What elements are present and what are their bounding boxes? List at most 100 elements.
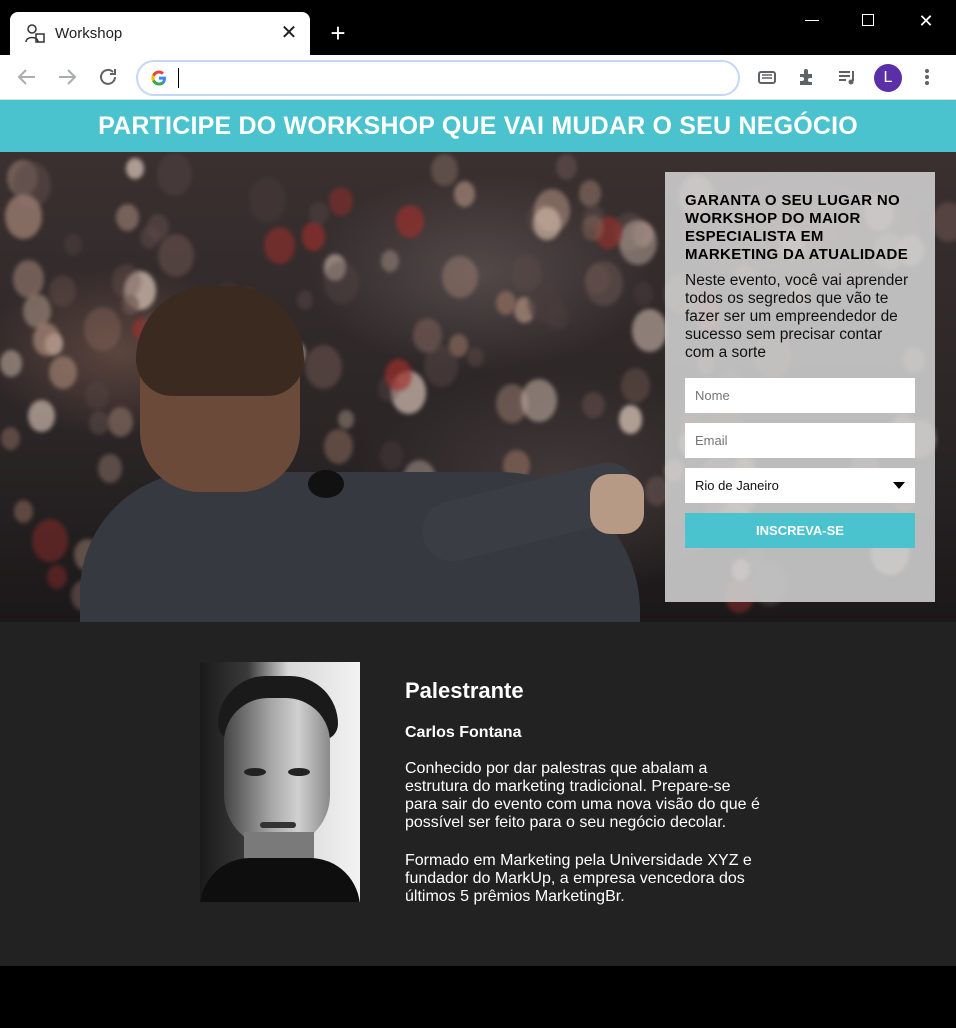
crowd-blur (146, 213, 170, 241)
crowd-blur (309, 201, 329, 225)
crowd-blur (555, 153, 578, 180)
tab-close-icon[interactable]: ✕ (278, 22, 300, 44)
minimize-icon (805, 20, 819, 21)
crowd-blur (442, 255, 478, 299)
crowd-blur (157, 153, 193, 196)
speaker-hair (136, 286, 304, 396)
crowd-blur (108, 406, 134, 438)
form-description: Neste evento, você vai aprender todos os… (685, 272, 909, 361)
crowd-blur (157, 233, 194, 278)
extensions-puzzle-icon[interactable] (796, 66, 818, 88)
city-select[interactable]: Rio de Janeiro (685, 468, 915, 503)
crowd-blur (520, 378, 557, 422)
crowd-blur (618, 405, 643, 434)
crowd-blur (122, 295, 139, 315)
crowd-blur (453, 181, 476, 207)
portrait-shirt (200, 858, 360, 902)
crowd-blur (0, 350, 23, 377)
crowd-blur (263, 226, 295, 264)
text-caret (178, 68, 179, 88)
crowd-blur (98, 454, 122, 483)
dropdown-arrow-icon (893, 482, 905, 489)
crowd-blur (582, 214, 604, 241)
crowd-blur (323, 261, 360, 304)
crowd-blur (89, 411, 109, 435)
speaker-bio-1: Conhecido por dar palestras que abalam a… (405, 760, 760, 831)
crowd-blur (301, 222, 326, 251)
crowd-blur (125, 157, 144, 180)
speaker-name: Carlos Fontana (405, 724, 522, 741)
portrait-mustache (260, 822, 296, 828)
microphone-icon (308, 470, 344, 498)
crowd-blur (578, 179, 602, 208)
crowd-blur (305, 344, 343, 390)
crowd-blur (0, 426, 21, 451)
crowd-blur (621, 368, 651, 403)
subscribe-button[interactable]: INSCREVA-SE (685, 513, 915, 548)
speaker-hand (590, 474, 644, 534)
browser-tab[interactable]: Workshop ✕ (10, 12, 310, 55)
media-queue-icon[interactable] (836, 66, 858, 88)
crowd-blur (631, 309, 668, 352)
crowd-blur (31, 518, 69, 563)
minimize-button[interactable] (799, 8, 825, 34)
crowd-blur (380, 250, 399, 273)
new-tab-button[interactable]: + (325, 20, 351, 46)
crowd-blur (510, 255, 542, 293)
crowd-blur (248, 177, 287, 223)
speaker-portrait (200, 662, 360, 902)
forward-arrow-icon[interactable] (55, 65, 79, 89)
crowd-blur (545, 301, 569, 330)
crowd-blur (329, 187, 353, 216)
email-input[interactable] (685, 423, 915, 458)
reload-icon[interactable] (96, 65, 120, 89)
page-banner-title: PARTICIPE DO WORKSHOP QUE VAI MUDAR O SE… (0, 100, 956, 152)
name-input[interactable] (685, 378, 915, 413)
maximize-icon (862, 14, 874, 26)
crowd-blur (633, 282, 654, 306)
crowd-blur (582, 391, 605, 419)
crowd-blur (324, 429, 354, 465)
window-bottom (0, 966, 956, 1028)
crowd-blur (296, 290, 313, 310)
crowd-blur (385, 358, 413, 391)
workshop-favicon-icon (25, 24, 45, 43)
portrait-left-eye (244, 768, 266, 776)
browser-titlebar: Workshop ✕ + ✕ (0, 0, 956, 55)
crowd-blur (931, 202, 956, 243)
kebab-menu-icon[interactable] (916, 66, 938, 88)
crowd-blur (431, 153, 458, 186)
crowd-blur (14, 500, 34, 523)
signup-form: GARANTA O SEU LUGAR NO WORKSHOP DO MAIOR… (665, 172, 935, 602)
tab-title: Workshop (55, 25, 123, 42)
speaker-section: Palestrante Carlos Fontana Conhecido por… (0, 622, 956, 966)
profile-avatar[interactable]: L (874, 64, 902, 92)
crowd-blur (449, 334, 468, 357)
crowd-blur (116, 203, 139, 231)
crowd-blur (619, 219, 658, 266)
crowd-blur (4, 194, 43, 240)
crowd-blur (48, 275, 76, 308)
crowd-blur (396, 204, 424, 239)
speaker-heading: Palestrante (405, 678, 524, 703)
page-content: PARTICIPE DO WORKSHOP QUE VAI MUDAR O SE… (0, 100, 956, 966)
form-title: GARANTA O SEU LUGAR NO WORKSHOP DO MAIOR… (685, 192, 908, 263)
portrait-right-eye (288, 768, 310, 776)
media-icon[interactable] (756, 66, 778, 88)
crowd-blur (27, 400, 55, 433)
crowd-blur (49, 355, 78, 390)
crowd-blur (467, 346, 484, 367)
google-icon (151, 70, 166, 86)
window-close-button[interactable]: ✕ (913, 8, 939, 34)
crowd-blur (12, 259, 45, 298)
maximize-button[interactable] (855, 8, 881, 34)
address-bar[interactable] (136, 60, 740, 96)
crowd-blur (85, 380, 110, 410)
back-arrow-icon[interactable] (15, 65, 39, 89)
crowd-blur (533, 206, 562, 241)
crowd-blur (379, 441, 404, 470)
city-select-value: Rio de Janeiro (695, 478, 779, 493)
crowd-blur (47, 565, 67, 590)
speaker-bio-2: Formado em Marketing pela Universidade X… (405, 852, 752, 905)
crowd-blur (64, 233, 83, 256)
